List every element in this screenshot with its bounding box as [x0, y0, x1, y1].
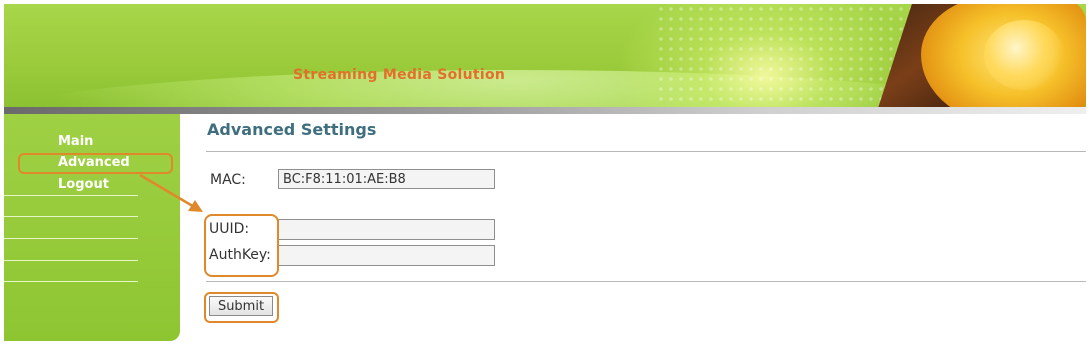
annotation-arrow — [139, 173, 203, 212]
arrow-line — [139, 173, 197, 210]
